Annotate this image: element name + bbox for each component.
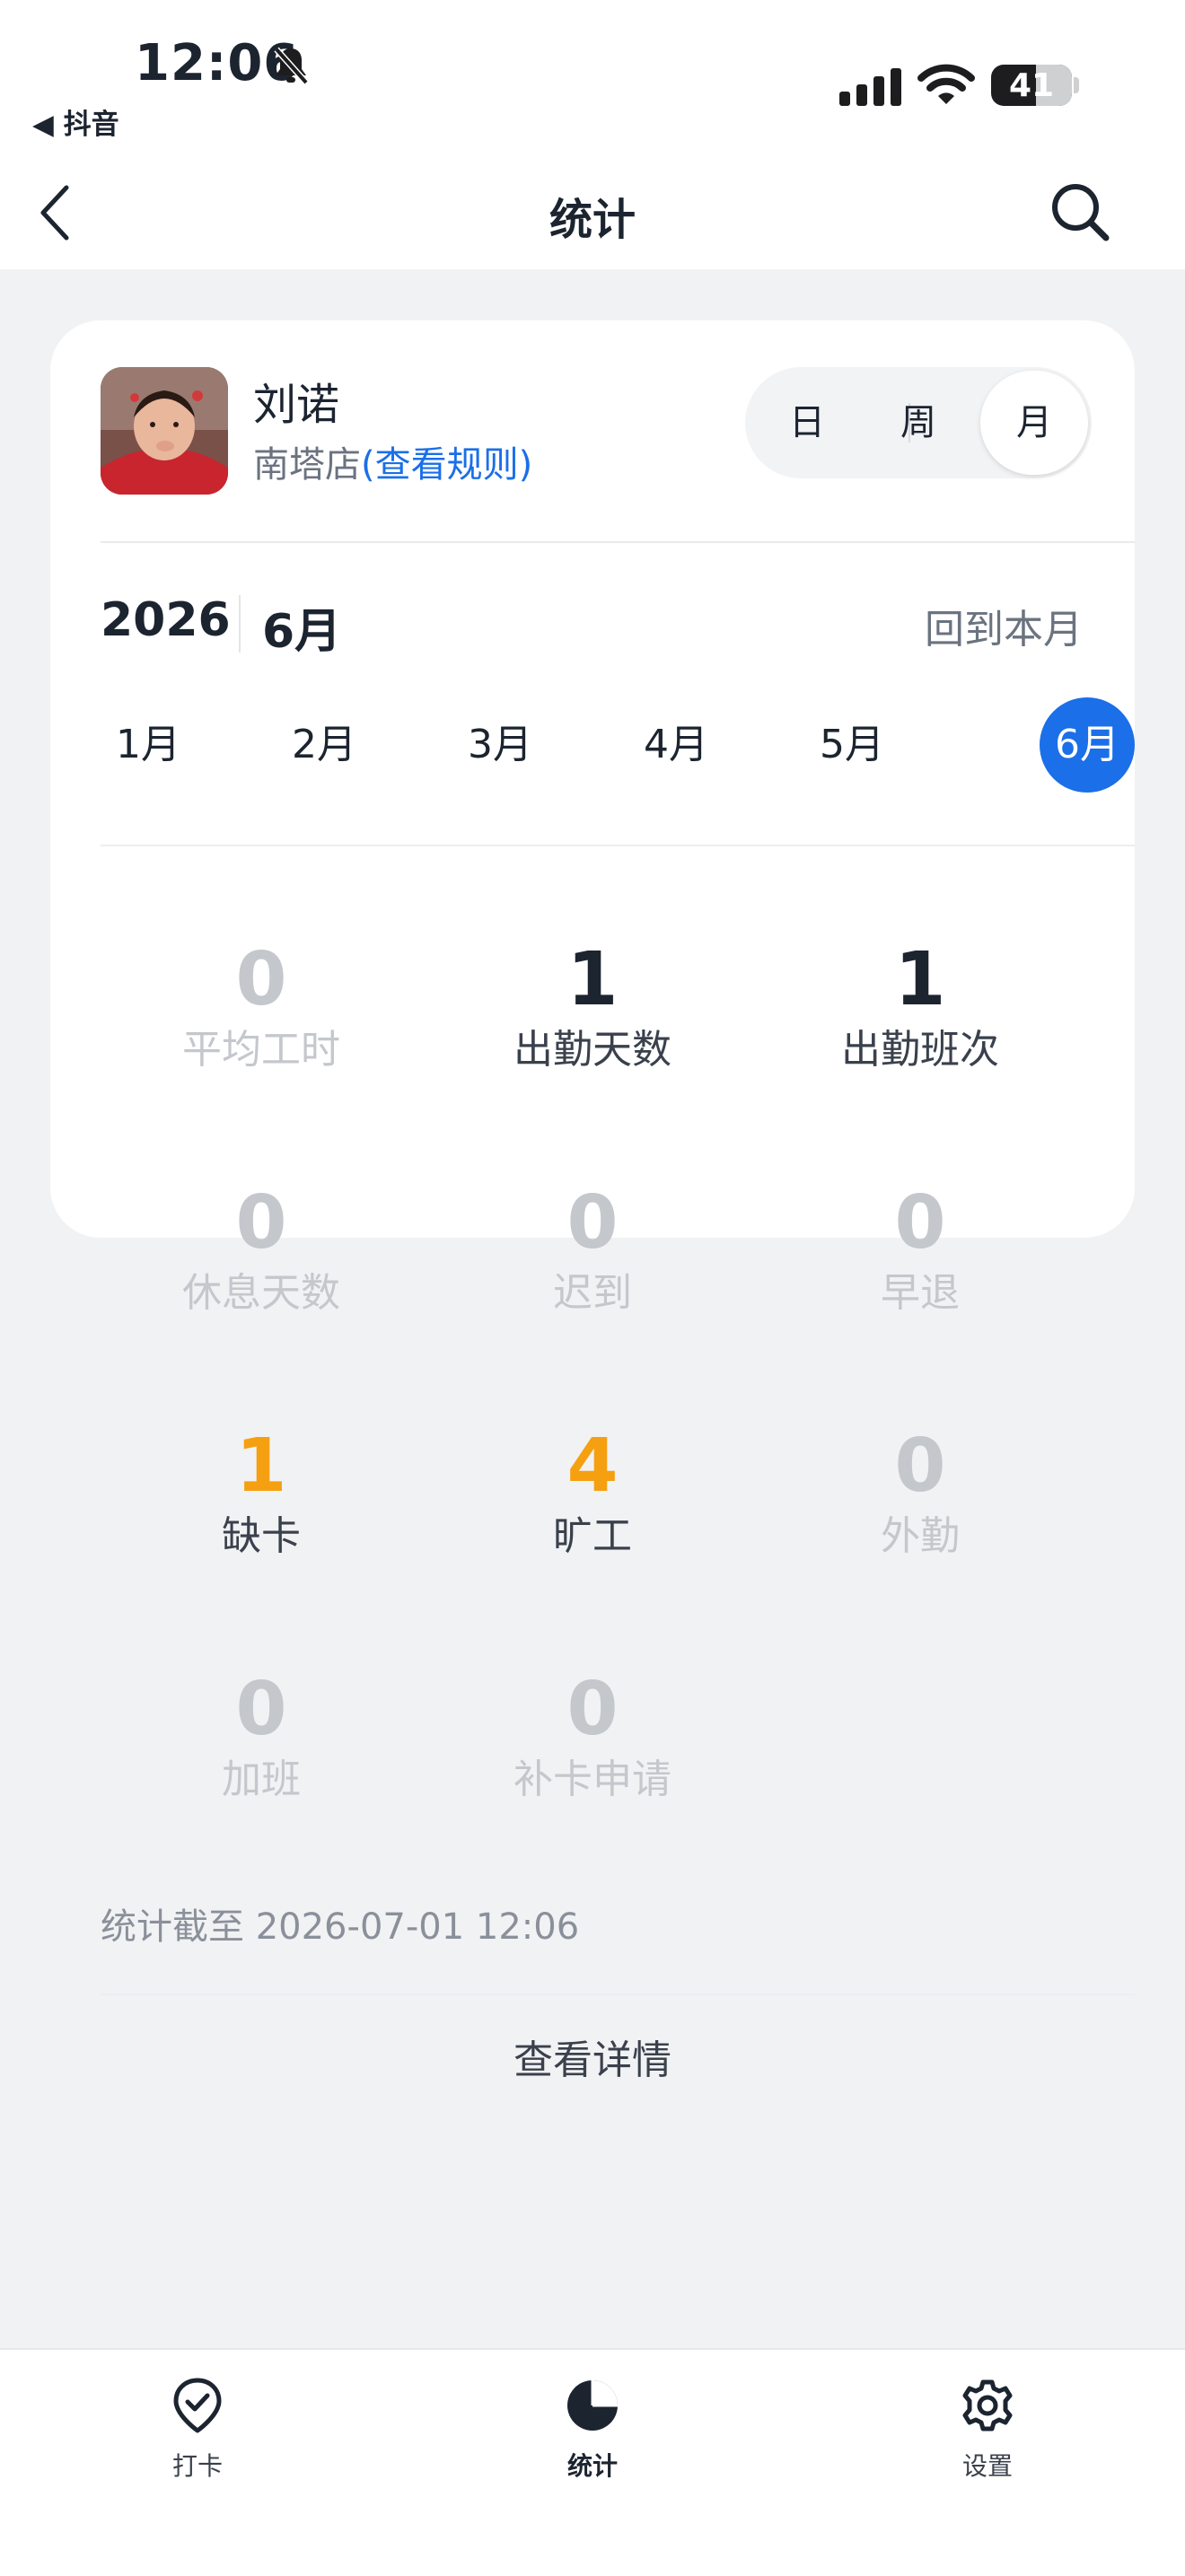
nav-bar: 统计 xyxy=(0,157,1185,269)
stat-label: 早退 xyxy=(881,1270,960,1316)
stat-value: 0 xyxy=(235,1180,287,1266)
stat-average-hours[interactable]: 0 平均工时 xyxy=(100,937,423,1077)
stat-late[interactable]: 0 迟到 xyxy=(431,1180,754,1320)
back-to-current-month-button[interactable]: 回到本月 xyxy=(925,597,1083,654)
stat-overtime[interactable]: 0 加班 xyxy=(100,1667,423,1807)
divider xyxy=(101,845,1135,846)
stat-field-work[interactable]: 0 外勤 xyxy=(759,1424,1082,1564)
stat-missing-punch[interactable]: 1 缺卡 xyxy=(100,1424,423,1564)
store-line: 南塔店(查看规则) xyxy=(253,435,532,487)
tab-settings[interactable]: 设置 xyxy=(898,2377,1077,2483)
stat-absence[interactable]: 4 旷工 xyxy=(431,1424,754,1564)
tab-label: 统计 xyxy=(566,2451,618,2481)
stat-value: 1 xyxy=(235,1424,287,1509)
bell-muted-icon xyxy=(274,47,309,85)
statistics-card: 刘诺 南塔店(查看规则) 日 周 月 2026 6月 回到本月 1月 2月 3月… xyxy=(50,320,1135,2083)
gear-icon xyxy=(962,2379,1013,2431)
back-to-app-link[interactable]: ◀ 抖音 xyxy=(32,101,119,142)
stat-value: 0 xyxy=(235,937,287,1022)
period-day-option[interactable]: 日 xyxy=(758,367,856,478)
pie-chart-icon xyxy=(567,2380,618,2431)
stat-rest-days[interactable]: 0 休息天数 xyxy=(100,1180,423,1320)
cellular-signal-icon xyxy=(839,68,901,106)
status-bar: 12:06 ◀ 抖音 41 xyxy=(0,0,1185,157)
month-item[interactable]: 3月 xyxy=(452,697,548,793)
stat-value: 0 xyxy=(235,1667,287,1752)
current-month-label: 6月 xyxy=(262,605,342,659)
month-item[interactable]: 5月 xyxy=(804,697,900,793)
divider xyxy=(101,1993,1135,1995)
stat-label: 外勤 xyxy=(881,1513,960,1559)
tab-label: 设置 xyxy=(961,2451,1013,2481)
stat-value: 1 xyxy=(566,937,619,1022)
year-selector[interactable]: 2026 xyxy=(101,593,231,647)
page-title: 统计 xyxy=(549,195,636,245)
stat-value: 1 xyxy=(894,937,946,1022)
year-month-divider xyxy=(239,595,241,653)
battery-level: 41 xyxy=(1008,67,1055,104)
stat-attendance-days[interactable]: 1 出勤天数 xyxy=(431,937,754,1077)
stat-label: 休息天数 xyxy=(182,1270,340,1316)
stat-early-leave[interactable]: 0 早退 xyxy=(759,1180,1082,1320)
battery-icon: 41 xyxy=(991,65,1072,106)
stat-label: 出勤班次 xyxy=(841,1027,999,1073)
stat-value: 0 xyxy=(894,1424,946,1509)
avatar xyxy=(101,367,228,495)
tab-bar: 打卡 统计 设置 xyxy=(0,2348,1185,2576)
tab-statistics[interactable]: 统计 xyxy=(503,2377,682,2483)
month-list: 1月 2月 3月 4月 5月 6月 xyxy=(101,697,1135,793)
tab-punch[interactable]: 打卡 xyxy=(108,2377,287,2483)
store-name: 南塔店 xyxy=(253,444,361,486)
period-toggle: 日 周 月 xyxy=(745,367,1092,478)
period-month-option[interactable]: 月 xyxy=(980,371,1088,475)
wifi-icon xyxy=(917,64,975,104)
month-item[interactable]: 2月 xyxy=(276,697,372,793)
stat-label: 加班 xyxy=(222,1757,301,1802)
stat-attendance-shifts[interactable]: 1 出勤班次 xyxy=(759,937,1082,1077)
stat-label: 平均工时 xyxy=(182,1027,340,1073)
stat-value: 0 xyxy=(566,1180,619,1266)
user-name: 刘诺 xyxy=(253,380,340,430)
view-details-button[interactable]: 查看详情 xyxy=(50,2028,1135,2085)
stat-punch-correction-requests[interactable]: 0 补卡申请 xyxy=(431,1667,754,1807)
view-rules-link[interactable]: (查看规则) xyxy=(361,444,532,486)
stats-cutoff-time: 统计截至 2026-07-01 12:06 xyxy=(101,1906,580,1948)
stat-value: 4 xyxy=(566,1424,619,1509)
stat-value: 0 xyxy=(566,1667,619,1752)
stat-label: 缺卡 xyxy=(222,1513,301,1559)
divider xyxy=(101,541,1135,543)
battery-tip xyxy=(1074,77,1079,93)
stat-value: 0 xyxy=(894,1180,946,1266)
search-icon[interactable] xyxy=(1049,180,1113,245)
month-item[interactable]: 1月 xyxy=(101,697,196,793)
period-week-option[interactable]: 周 xyxy=(869,367,968,478)
tab-label: 打卡 xyxy=(171,2451,223,2481)
stat-label: 迟到 xyxy=(553,1270,632,1316)
location-check-icon xyxy=(173,2378,222,2433)
month-item-selected[interactable]: 6月 xyxy=(1040,697,1135,793)
stat-label: 出勤天数 xyxy=(514,1027,672,1073)
month-item[interactable]: 4月 xyxy=(628,697,724,793)
stat-label: 补卡申请 xyxy=(514,1757,672,1802)
stat-label: 旷工 xyxy=(553,1513,632,1559)
